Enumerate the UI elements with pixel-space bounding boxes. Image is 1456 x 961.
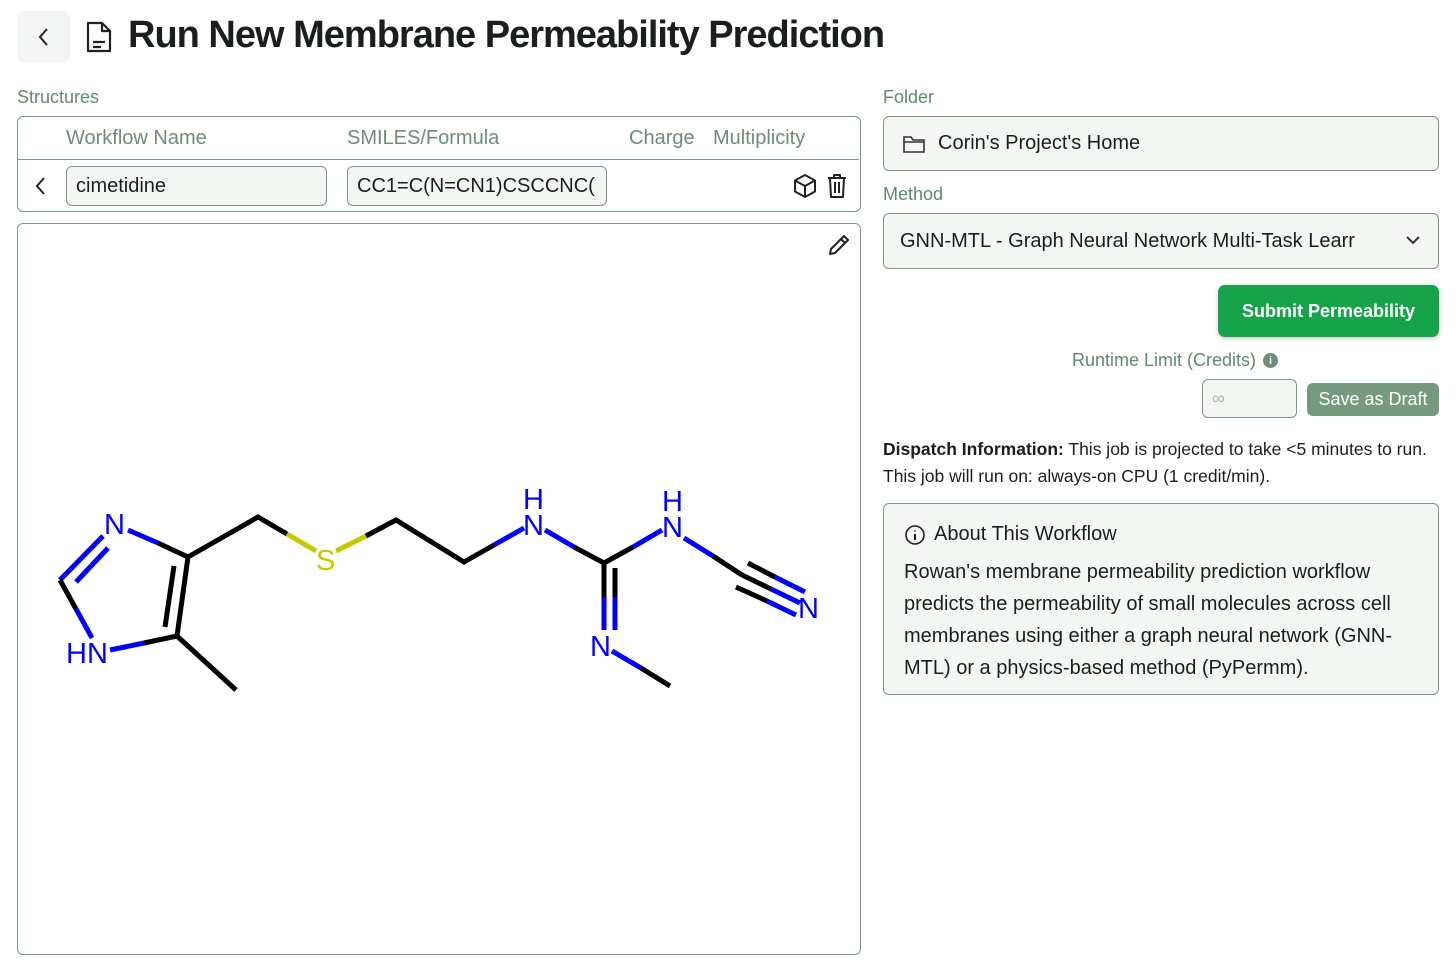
molecule-structure: N HN S H N H N N N (0, 0, 870, 961)
atom-n2: N (662, 512, 683, 544)
chevron-down-icon (1404, 234, 1422, 246)
atom-n1: N (523, 510, 544, 542)
save-as-draft-button[interactable]: Save as Draft (1307, 383, 1439, 416)
folder-value: Corin's Project's Home (938, 132, 1140, 155)
submit-permeability-button[interactable]: Submit Permeability (1218, 285, 1439, 337)
method-label: Method (883, 184, 943, 205)
atom-n-imine: N (590, 631, 611, 663)
atom-n-nitrile: N (798, 593, 819, 625)
runtime-limit-text: Runtime Limit (Credits) (1072, 350, 1256, 371)
dispatch-information: Dispatch Information: This job is projec… (883, 436, 1443, 490)
folder-label: Folder (883, 87, 934, 108)
method-value: GNN-MTL - Graph Neural Network Multi-Tas… (900, 230, 1355, 253)
about-title: About This Workflow (934, 523, 1117, 546)
atom-s: S (316, 545, 335, 577)
about-workflow-panel: About This Workflow Rowan's membrane per… (883, 503, 1439, 695)
dispatch-heading: Dispatch Information: (883, 439, 1064, 459)
runtime-limit-input[interactable]: ∞ (1202, 379, 1297, 418)
atom-n-ring: N (104, 509, 125, 541)
runtime-limit-label: Runtime Limit (Credits) i (1072, 350, 1278, 371)
folder-icon (902, 134, 926, 154)
atom-nh-ring: HN (66, 638, 108, 670)
folder-select[interactable]: Corin's Project's Home (883, 116, 1439, 171)
info-icon[interactable]: i (1263, 353, 1278, 368)
method-select[interactable]: GNN-MTL - Graph Neural Network Multi-Tas… (883, 213, 1439, 269)
about-description: Rowan's membrane permeability prediction… (904, 556, 1424, 684)
info-circle-icon (904, 524, 926, 546)
